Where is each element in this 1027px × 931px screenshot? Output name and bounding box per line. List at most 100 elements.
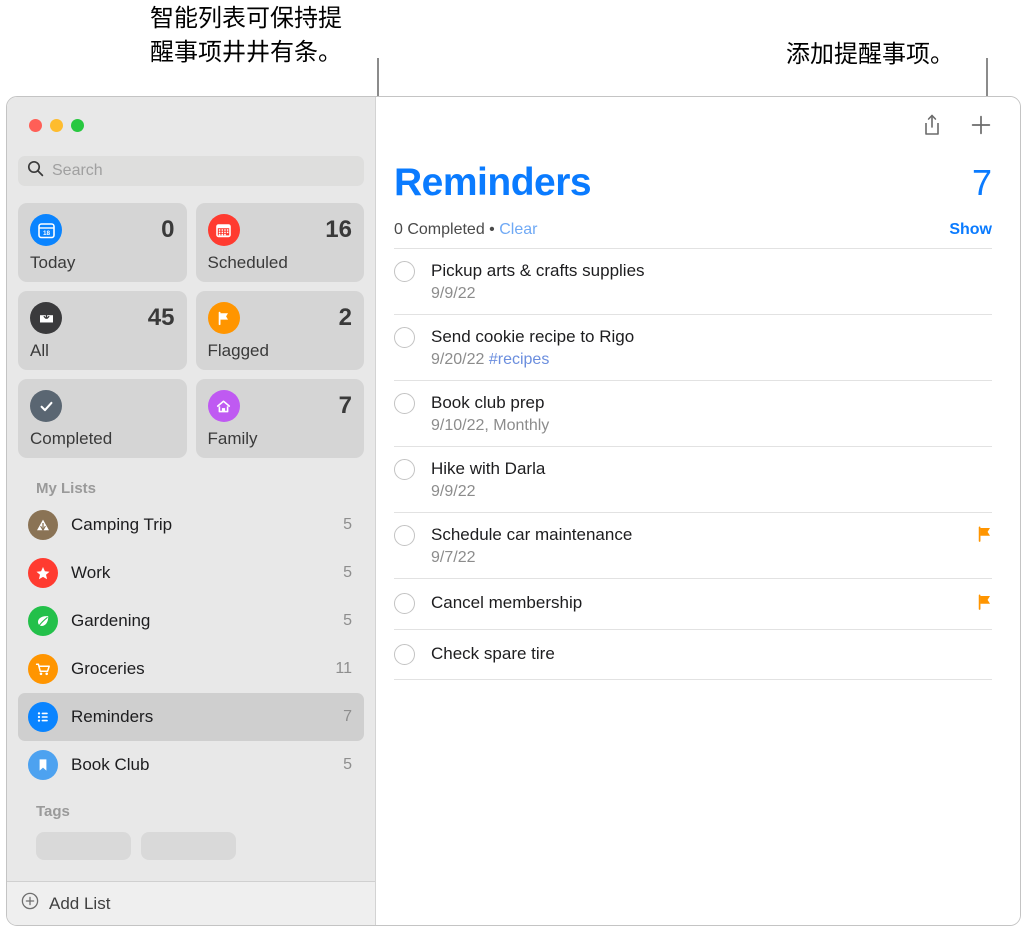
sidebar-item-count: 5 (343, 516, 352, 533)
search-field[interactable] (18, 156, 364, 186)
sidebar-item-count: 7 (343, 708, 352, 725)
checkmark-icon (30, 390, 62, 422)
reminder-row[interactable]: Hike with Darla 9/9/22 (394, 447, 992, 513)
reminder-checkbox[interactable] (394, 459, 415, 480)
tag-pill[interactable] (141, 832, 236, 860)
sidebar-item-work[interactable]: Work 5 (18, 549, 364, 597)
zoom-button[interactable] (71, 119, 84, 132)
main-toolbar (376, 97, 1020, 153)
sidebar-item-reminders[interactable]: Reminders 7 (18, 693, 364, 741)
callout-left-text: 智能列表可保持提 醒事项井井有条。 (150, 5, 342, 66)
reminder-checkbox[interactable] (394, 327, 415, 348)
sidebar-item-gardening[interactable]: Gardening 5 (18, 597, 364, 645)
reminder-title: Check spare tire (431, 644, 555, 663)
reminder-date: 9/9/22 (431, 483, 476, 500)
plus-circle-icon (21, 892, 39, 915)
reminder-checkbox[interactable] (394, 644, 415, 665)
show-completed-button[interactable]: Show (949, 221, 992, 239)
reminder-subtitle: 9/20/22 #recipes (431, 350, 992, 370)
reminder-title: Hike with Darla (431, 459, 546, 478)
reminder-row[interactable]: Cancel membership (394, 579, 992, 630)
close-button[interactable] (29, 119, 42, 132)
my-lists-section: My Lists Camping Trip 5 Work 5 Gardening… (7, 480, 375, 925)
tags-pill-row (7, 824, 375, 860)
smart-list-all[interactable]: 45 All (18, 291, 187, 370)
smart-list-label: Scheduled (207, 253, 288, 272)
sidebar: 18 0 Today 16 Scheduled (7, 97, 376, 925)
minimize-button[interactable] (50, 119, 63, 132)
callout-right-text: 添加提醒事项。 (786, 41, 954, 68)
meta-row: 0 Completed • Clear Show (394, 221, 992, 249)
reminder-body: Schedule car maintenance 9/7/22 (431, 524, 961, 568)
share-icon[interactable] (921, 113, 943, 137)
sidebar-item-count: 5 (343, 564, 352, 581)
my-lists-header: My Lists (36, 480, 97, 497)
reminder-checkbox[interactable] (394, 525, 415, 546)
window-controls (7, 97, 375, 132)
sidebar-item-label: Book Club (71, 755, 150, 774)
reminder-row[interactable]: Pickup arts & crafts supplies 9/9/22 (394, 249, 992, 315)
flag-icon[interactable] (977, 594, 992, 615)
sidebar-item-label: Work (71, 563, 111, 582)
flag-icon[interactable] (977, 526, 992, 547)
reminder-row[interactable]: Schedule car maintenance 9/7/22 (394, 513, 992, 579)
reminder-date: 9/9/22 (431, 285, 476, 302)
house-icon (207, 390, 240, 422)
svg-text:18: 18 (42, 230, 50, 237)
reminder-checkbox[interactable] (394, 261, 415, 282)
screenshot-root: 智能列表可保持提 醒事项井井有条。 添加提醒事项。 Search 18 0 To… (0, 0, 1027, 931)
smart-list-count: 2 (338, 304, 352, 331)
meta-separator: • (489, 221, 495, 238)
reminder-list: Pickup arts & crafts supplies 9/9/22 Sen… (376, 249, 1020, 680)
reminder-date: 9/7/22 (431, 549, 476, 566)
clear-button[interactable]: Clear (499, 221, 537, 238)
smart-list-count: 0 (161, 216, 175, 243)
tag-pill[interactable] (36, 832, 131, 860)
sidebar-item-count: 5 (343, 756, 352, 773)
reminder-body: Send cookie recipe to Rigo 9/20/22 #reci… (431, 326, 992, 370)
smart-list-scheduled[interactable]: 16 Scheduled (195, 203, 364, 282)
completed-count-label: 0 Completed (394, 221, 485, 238)
sidebar-item-groceries[interactable]: Groceries 11 (18, 645, 364, 693)
smart-list-label: All (30, 341, 49, 360)
completed-status: 0 Completed • Clear (394, 221, 537, 239)
smart-list-family[interactable]: 7 Family (195, 379, 364, 458)
flag-icon (207, 302, 240, 334)
add-list-button[interactable]: Add List (7, 881, 375, 925)
search-icon (27, 160, 44, 182)
sidebar-item-count: 11 (335, 660, 352, 677)
smart-list-label: Flagged (207, 341, 269, 360)
star-icon (28, 558, 58, 588)
plus-icon[interactable] (969, 113, 993, 137)
reminder-title: Send cookie recipe to Rigo (431, 327, 635, 346)
add-list-label: Add List (49, 893, 111, 913)
bookmark-icon (28, 750, 58, 780)
smart-list-today[interactable]: 18 0 Today (18, 203, 187, 282)
tent-icon (28, 510, 58, 540)
sidebar-item-label: Camping Trip (71, 515, 173, 534)
smart-list-count: 16 (325, 216, 352, 243)
reminder-title: Schedule car maintenance (431, 525, 633, 544)
reminder-total-count: 7 (971, 162, 992, 203)
smart-list-completed[interactable]: Completed (18, 379, 187, 458)
reminder-body: Hike with Darla 9/9/22 (431, 458, 992, 502)
reminder-body: Book club prep 9/10/22, Monthly (431, 392, 992, 436)
list-bullet-icon (28, 702, 58, 732)
reminder-row[interactable]: Book club prep 9/10/22, Monthly (394, 381, 992, 447)
reminder-date: 9/10/22, Monthly (431, 417, 550, 434)
smart-list-label: Family (207, 429, 258, 448)
reminder-checkbox[interactable] (394, 593, 415, 614)
smart-list-flagged[interactable]: 2 Flagged (195, 291, 364, 370)
reminder-tag[interactable]: #recipes (489, 351, 549, 368)
search-input[interactable] (52, 162, 355, 180)
reminder-row[interactable]: Send cookie recipe to Rigo 9/20/22 #reci… (394, 315, 992, 381)
sidebar-item-book-club[interactable]: Book Club 5 (18, 741, 364, 789)
reminder-subtitle: 9/9/22 (431, 284, 992, 304)
tags-header: Tags (36, 803, 70, 820)
reminder-checkbox[interactable] (394, 393, 415, 414)
sidebar-item-label: Reminders (71, 707, 154, 726)
reminder-row[interactable]: Check spare tire (394, 630, 992, 680)
sidebar-item-camping-trip[interactable]: Camping Trip 5 (18, 501, 364, 549)
smart-list-label: Completed (30, 429, 113, 448)
reminder-title: Cancel membership (431, 593, 583, 612)
